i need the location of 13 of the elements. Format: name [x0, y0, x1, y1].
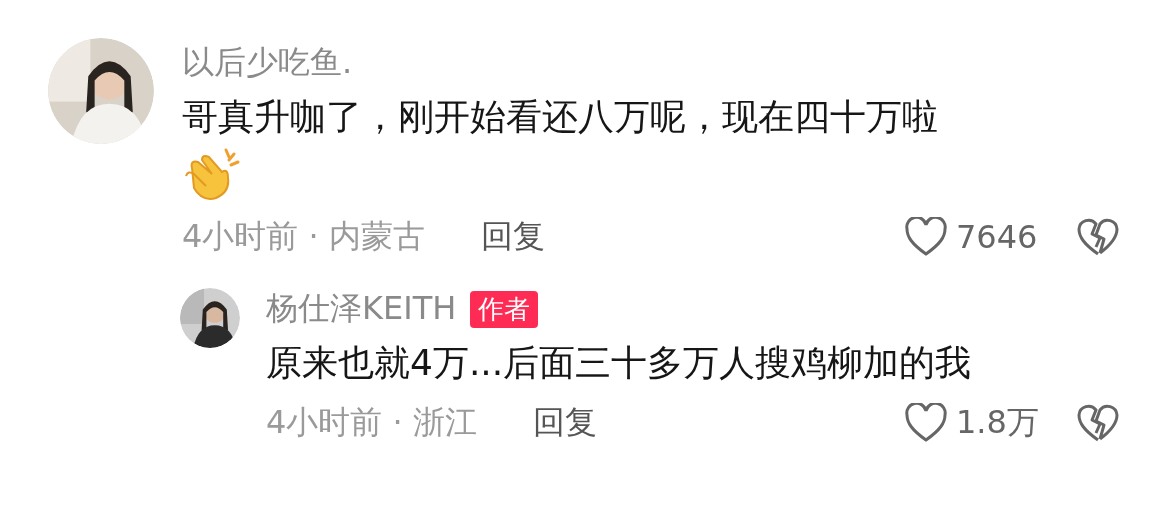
heart-icon[interactable] — [904, 217, 948, 257]
comment-text: 原来也就4万...后面三十多万人搜鸡柳加的我 — [266, 341, 973, 385]
time-location: 4小时前 · 内蒙古 — [182, 216, 425, 257]
comment-text: 哥真升咖了，刚开始看还八万呢，现在四十万啦 — [182, 95, 939, 139]
broken-heart-icon[interactable] — [1076, 217, 1120, 257]
reply-button[interactable]: 回复 — [532, 401, 597, 445]
author-badge: 作者 — [470, 290, 539, 328]
time-location: 4小时前 · 浙江 — [266, 402, 477, 443]
reply-button[interactable]: 回复 — [480, 215, 545, 259]
broken-heart-icon[interactable] — [1076, 403, 1120, 443]
like-count: 1.8万 — [956, 402, 1040, 443]
like-count: 7646 — [956, 218, 1039, 256]
heart-icon[interactable] — [904, 403, 948, 443]
